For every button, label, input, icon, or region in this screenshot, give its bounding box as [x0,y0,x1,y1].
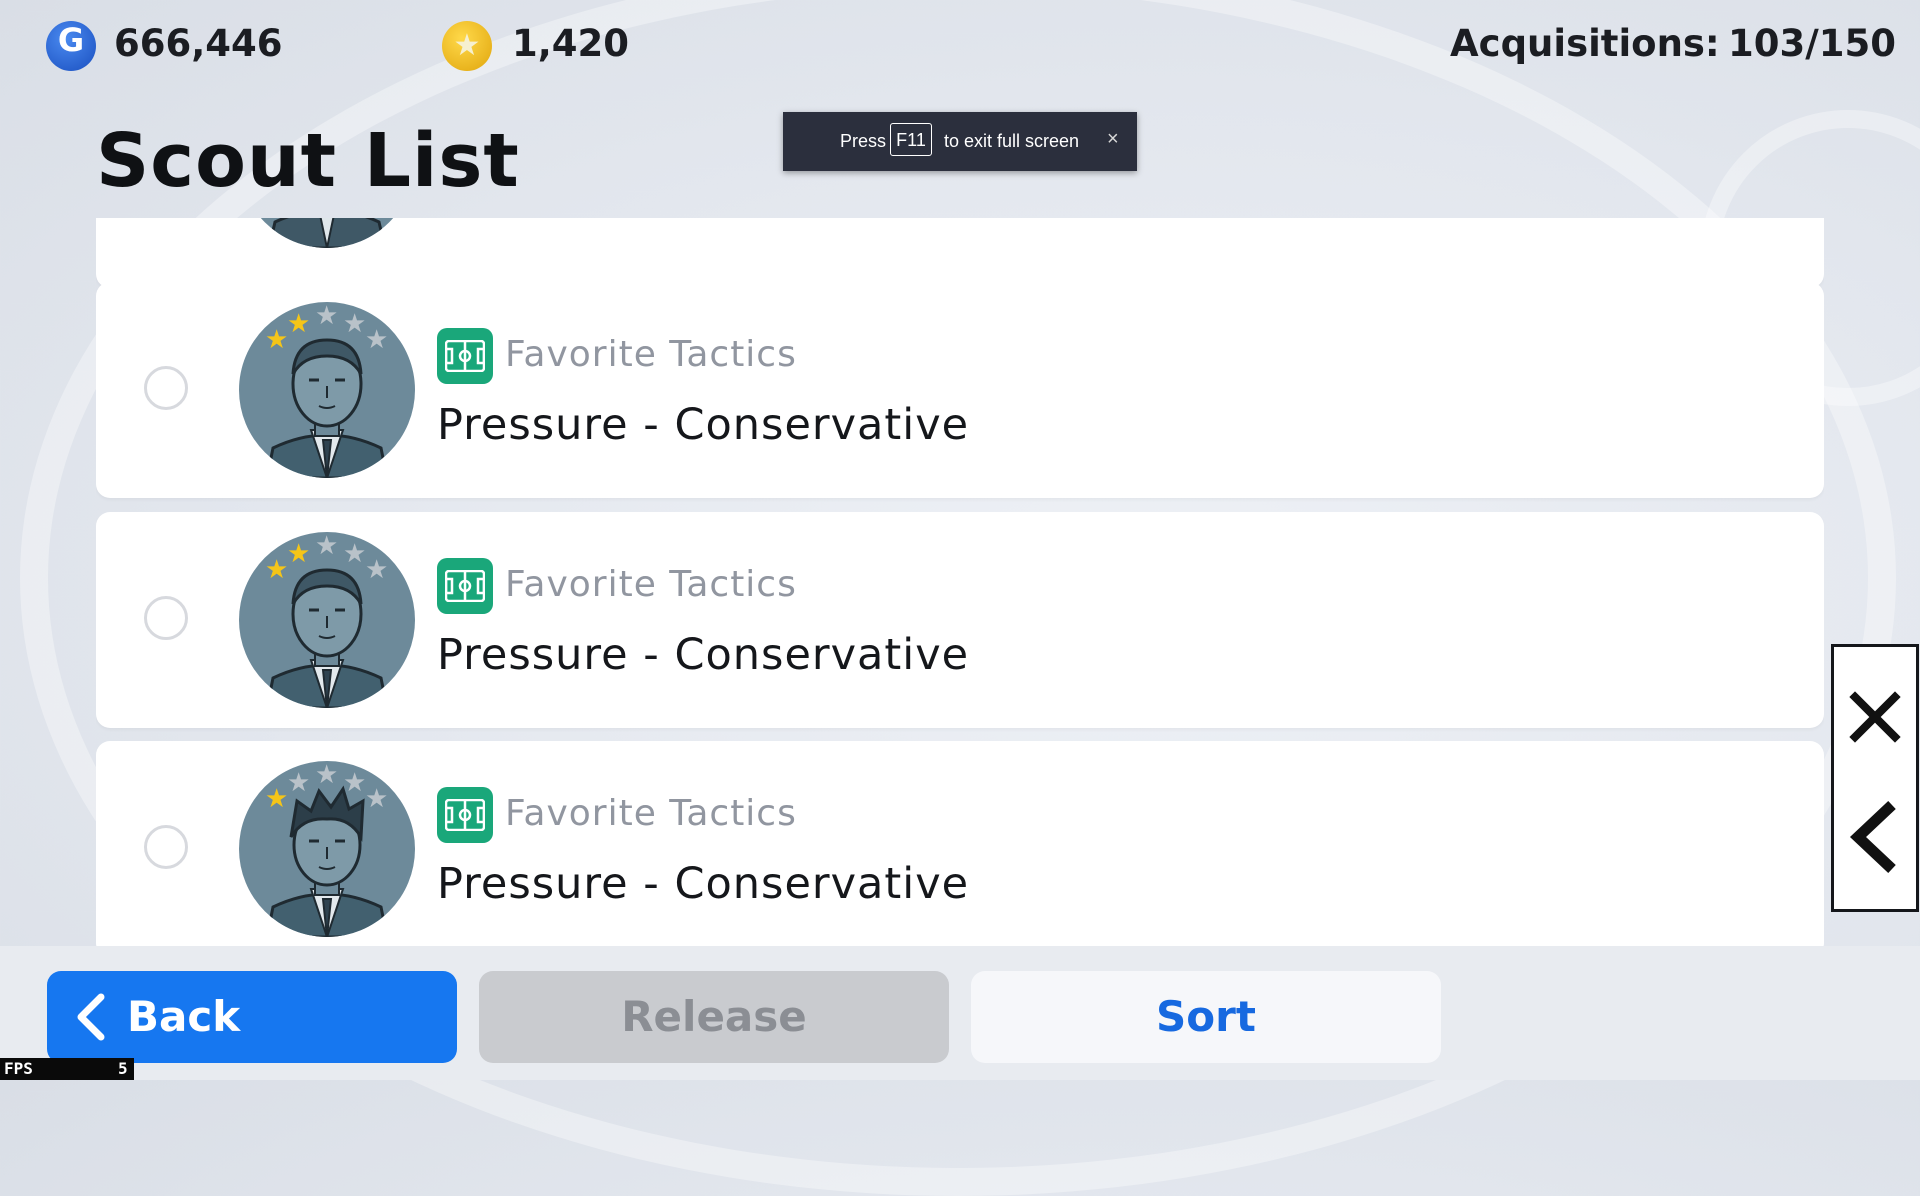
svg-text:★: ★ [315,760,338,790]
scout-rating-stars: ★ ★ ★ ★ ★ [265,760,388,814]
svg-text:★: ★ [287,768,310,798]
svg-text:★: ★ [315,531,338,561]
svg-text:★: ★ [287,309,310,339]
scout-list[interactable]: ★ ★ ★ ★ ★ Favorite Tactics Pressure - Co… [96,218,1824,946]
fullscreen-notice: Press F11 to exit full screen × [783,112,1137,171]
fps-value: 5 [118,1059,128,1078]
scout-row[interactable]: ★ ★ ★ ★ ★ Favorite Tactics Pressure - Co… [96,512,1824,728]
svg-text:★: ★ [365,325,388,355]
svg-text:★: ★ [287,539,310,569]
notice-close-button[interactable]: × [1107,128,1119,151]
scout-row[interactable] [96,218,1824,288]
favorite-tactics-value: Pressure - Conservative [437,859,970,909]
svg-text:★: ★ [365,784,388,814]
svg-text:★: ★ [265,784,288,814]
status-bar: 666,446 1,420 Acquisitions: 103/150 [0,0,1920,90]
favorite-tactics-label: Favorite Tactics [505,564,797,605]
svg-text:★: ★ [265,555,288,585]
back-button-label: Back [127,992,241,1041]
page-title: Scout List [96,118,520,204]
scout-rating-stars: ★ ★ ★ ★ ★ [265,301,388,355]
star-coin-icon [442,21,492,71]
scout-row[interactable]: ★ ★ ★ ★ ★ Favorite Tactics Pressure - Co… [96,282,1824,498]
gp-coin-icon [46,21,96,71]
chevron-left-icon [77,993,105,1041]
svg-text:★: ★ [343,768,366,798]
close-icon [1849,691,1901,743]
select-radio[interactable] [144,596,188,640]
svg-text:★: ★ [265,325,288,355]
chevron-left-icon [1849,800,1896,874]
scout-avatar [239,218,415,248]
select-radio[interactable] [144,366,188,410]
release-button[interactable]: Release [479,971,949,1063]
fps-label: FPS [4,1059,33,1078]
coin-balance: 1,420 [512,22,630,65]
select-radio[interactable] [144,825,188,869]
back-button[interactable]: Back [47,971,457,1063]
side-controls [1831,644,1919,912]
scout-rating-stars: ★ ★ ★ ★ ★ [265,531,388,585]
notice-key: F11 [890,123,932,156]
acquisitions-label: Acquisitions: [1450,22,1720,65]
bottom-action-bar: Back Release Sort [0,946,1920,1080]
favorite-tactics-value: Pressure - Conservative [437,400,970,450]
svg-text:★: ★ [343,539,366,569]
favorite-tactics-label: Favorite Tactics [505,793,797,834]
svg-text:★: ★ [343,309,366,339]
notice-press-text: Press [840,131,887,151]
svg-text:★: ★ [315,301,338,331]
favorite-tactics-label: Favorite Tactics [505,334,797,375]
pitch-icon [437,328,493,384]
acquisitions-count: 103/150 [1728,22,1896,65]
favorite-tactics-value: Pressure - Conservative [437,630,970,680]
gp-balance: 666,446 [114,22,283,65]
notice-message: to exit full screen [944,131,1080,151]
svg-text:★: ★ [365,555,388,585]
scout-row[interactable]: ★ ★ ★ ★ ★ Favorite Tactics Pressure - Co… [96,741,1824,946]
fps-counter: FPS 5 [0,1058,134,1080]
close-button[interactable] [1834,667,1916,767]
sort-button[interactable]: Sort [971,971,1441,1063]
pitch-icon [437,787,493,843]
pitch-icon [437,558,493,614]
side-back-button[interactable] [1834,787,1916,887]
